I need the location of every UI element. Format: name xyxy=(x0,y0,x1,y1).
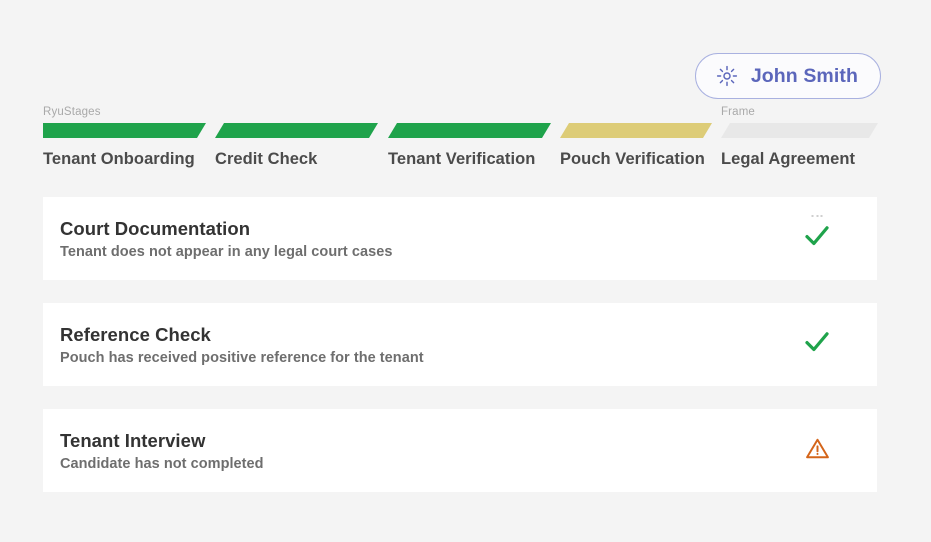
stage-bar-complete[interactable] xyxy=(43,123,206,138)
status-badge[interactable] xyxy=(757,409,877,492)
stage-group-label: RyuStages xyxy=(43,106,101,118)
stage-bar-track xyxy=(43,123,877,138)
stage-label[interactable]: Legal Agreement xyxy=(721,150,855,169)
stage-bar-complete[interactable] xyxy=(388,123,551,138)
check-card[interactable]: Tenant Interview Candidate has not comple… xyxy=(43,409,877,492)
stage-label[interactable]: Tenant Onboarding xyxy=(43,150,195,169)
status-badge[interactable] xyxy=(757,303,877,386)
more-options-icon[interactable] xyxy=(811,215,823,217)
check-card-title: Court Documentation xyxy=(60,217,251,239)
check-icon xyxy=(802,221,832,256)
warning-triangle-icon xyxy=(805,436,830,466)
check-icon xyxy=(802,327,832,362)
check-card-title: Tenant Interview xyxy=(60,429,206,451)
stage-bar-pending[interactable] xyxy=(721,123,878,138)
stage-bar-fill xyxy=(215,123,378,138)
check-card-text: Court Documentation Tenant does not appea… xyxy=(60,218,392,260)
user-name: John Smith xyxy=(750,64,858,87)
stage-bar-fill xyxy=(43,123,206,138)
check-card-text: Reference Check Pouch has received positi… xyxy=(60,324,424,366)
stage-bar-complete[interactable] xyxy=(215,123,378,138)
stage-bar-in-progress[interactable] xyxy=(560,123,712,138)
check-card-list: Court Documentation Tenant does not appea… xyxy=(43,197,877,515)
check-card-subtitle: Pouch has received positive reference fo… xyxy=(60,349,424,366)
stage-name-row: Tenant Onboarding Credit Check Tenant Veri… xyxy=(43,150,877,174)
check-card-subtitle: Tenant does not appear in any legal cour… xyxy=(60,243,393,260)
user-account-pill[interactable]: John Smith xyxy=(694,53,881,99)
check-card[interactable]: Court Documentation Tenant does not appea… xyxy=(43,197,877,280)
stage-bar-fill xyxy=(388,123,551,138)
check-card-subtitle: Candidate has not completed xyxy=(60,455,264,472)
frame-layer-label: Frame xyxy=(721,106,755,118)
check-card-text: Tenant Interview Candidate has not comple… xyxy=(60,430,264,472)
check-card-title: Reference Check xyxy=(60,323,211,345)
check-card[interactable]: Reference Check Pouch has received positi… xyxy=(43,303,877,386)
status-badge[interactable] xyxy=(757,197,877,280)
stage-label[interactable]: Pouch Verification xyxy=(560,150,705,169)
stage-bar-fill xyxy=(560,123,712,138)
sun-icon xyxy=(716,65,738,87)
stage-bar-fill xyxy=(721,123,878,138)
stage-label[interactable]: Tenant Verification xyxy=(388,150,535,169)
stage-label[interactable]: Credit Check xyxy=(215,150,317,169)
